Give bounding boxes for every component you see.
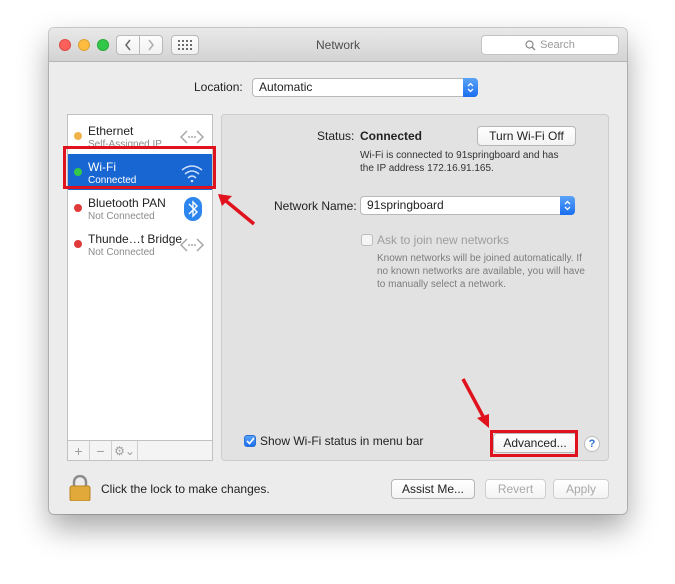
red-arrow-icon bbox=[218, 194, 256, 226]
show-wifi-status-label: Show Wi-Fi status in menu bar bbox=[260, 434, 424, 448]
status-dot bbox=[74, 204, 82, 212]
location-popup[interactable]: Automatic bbox=[252, 78, 478, 97]
service-name: Bluetooth PAN bbox=[88, 196, 166, 210]
updown-arrows-icon bbox=[560, 196, 575, 215]
network-name-label: Network Name: bbox=[274, 199, 357, 213]
lock-message: Click the lock to make changes. bbox=[101, 482, 270, 496]
apply-button[interactable]: Apply bbox=[553, 479, 609, 499]
ask-to-join-label: Ask to join new networks bbox=[377, 233, 510, 247]
add-service-button[interactable]: + bbox=[68, 441, 90, 460]
turn-wifi-off-button[interactable]: Turn Wi-Fi Off bbox=[477, 126, 576, 146]
service-item-thunderbolt-bridge[interactable]: Thunde…t Bridge Not Connected bbox=[68, 226, 212, 262]
status-dot bbox=[74, 132, 82, 140]
service-status: Not Connected bbox=[88, 247, 155, 258]
status-dot bbox=[74, 240, 82, 248]
status-value: Connected bbox=[360, 129, 423, 143]
title-bar: Network Search bbox=[49, 28, 627, 62]
status-description-line2: the IP address 172.16.91.165. bbox=[360, 163, 494, 174]
location-value: Automatic bbox=[259, 80, 313, 94]
bluetooth-icon bbox=[184, 197, 202, 221]
ask-to-join-desc-line1: Known networks will be joined automatica… bbox=[377, 253, 582, 264]
wifi-highlight-box bbox=[63, 146, 216, 189]
ask-to-join-desc-line2: no known networks are available, you wil… bbox=[377, 266, 585, 277]
assist-me-button[interactable]: Assist Me... bbox=[391, 479, 475, 499]
service-name: Ethernet bbox=[88, 124, 134, 138]
updown-arrows-icon bbox=[463, 78, 478, 97]
location-label: Location: bbox=[194, 80, 243, 94]
revert-button[interactable]: Revert bbox=[485, 479, 546, 499]
wifi-detail-panel: Status: Connected Turn Wi-Fi Off Wi-Fi i… bbox=[221, 114, 609, 461]
status-label: Status: bbox=[317, 129, 355, 143]
ask-to-join-desc-line3: to manually select a network. bbox=[377, 279, 506, 290]
search-icon bbox=[525, 39, 536, 50]
status-description-line1: Wi-Fi is connected to 91springboard and … bbox=[360, 150, 559, 161]
search-placeholder: Search bbox=[540, 39, 575, 51]
gear-menu-button[interactable]: ⚙⌄ bbox=[112, 441, 138, 460]
show-wifi-status-checkbox[interactable] bbox=[244, 435, 256, 447]
ask-to-join-checkbox[interactable] bbox=[361, 234, 373, 246]
advanced-highlight-box bbox=[490, 430, 578, 457]
ethernet-icon bbox=[179, 238, 205, 252]
service-list-controls: + − ⚙⌄ bbox=[67, 440, 213, 461]
network-name-popup[interactable]: 91springboard bbox=[360, 196, 575, 215]
red-arrow-icon bbox=[461, 378, 489, 428]
lock-icon[interactable] bbox=[69, 475, 91, 501]
network-name-value: 91springboard bbox=[367, 198, 444, 212]
search-input[interactable]: Search bbox=[481, 35, 619, 55]
service-status: Not Connected bbox=[88, 211, 155, 222]
help-button[interactable]: ? bbox=[584, 436, 600, 452]
checkmark-icon bbox=[245, 437, 255, 445]
service-name: Thunde…t Bridge bbox=[88, 232, 183, 246]
remove-service-button[interactable]: − bbox=[90, 441, 112, 460]
service-item-bluetooth-pan[interactable]: Bluetooth PAN Not Connected bbox=[68, 190, 212, 226]
